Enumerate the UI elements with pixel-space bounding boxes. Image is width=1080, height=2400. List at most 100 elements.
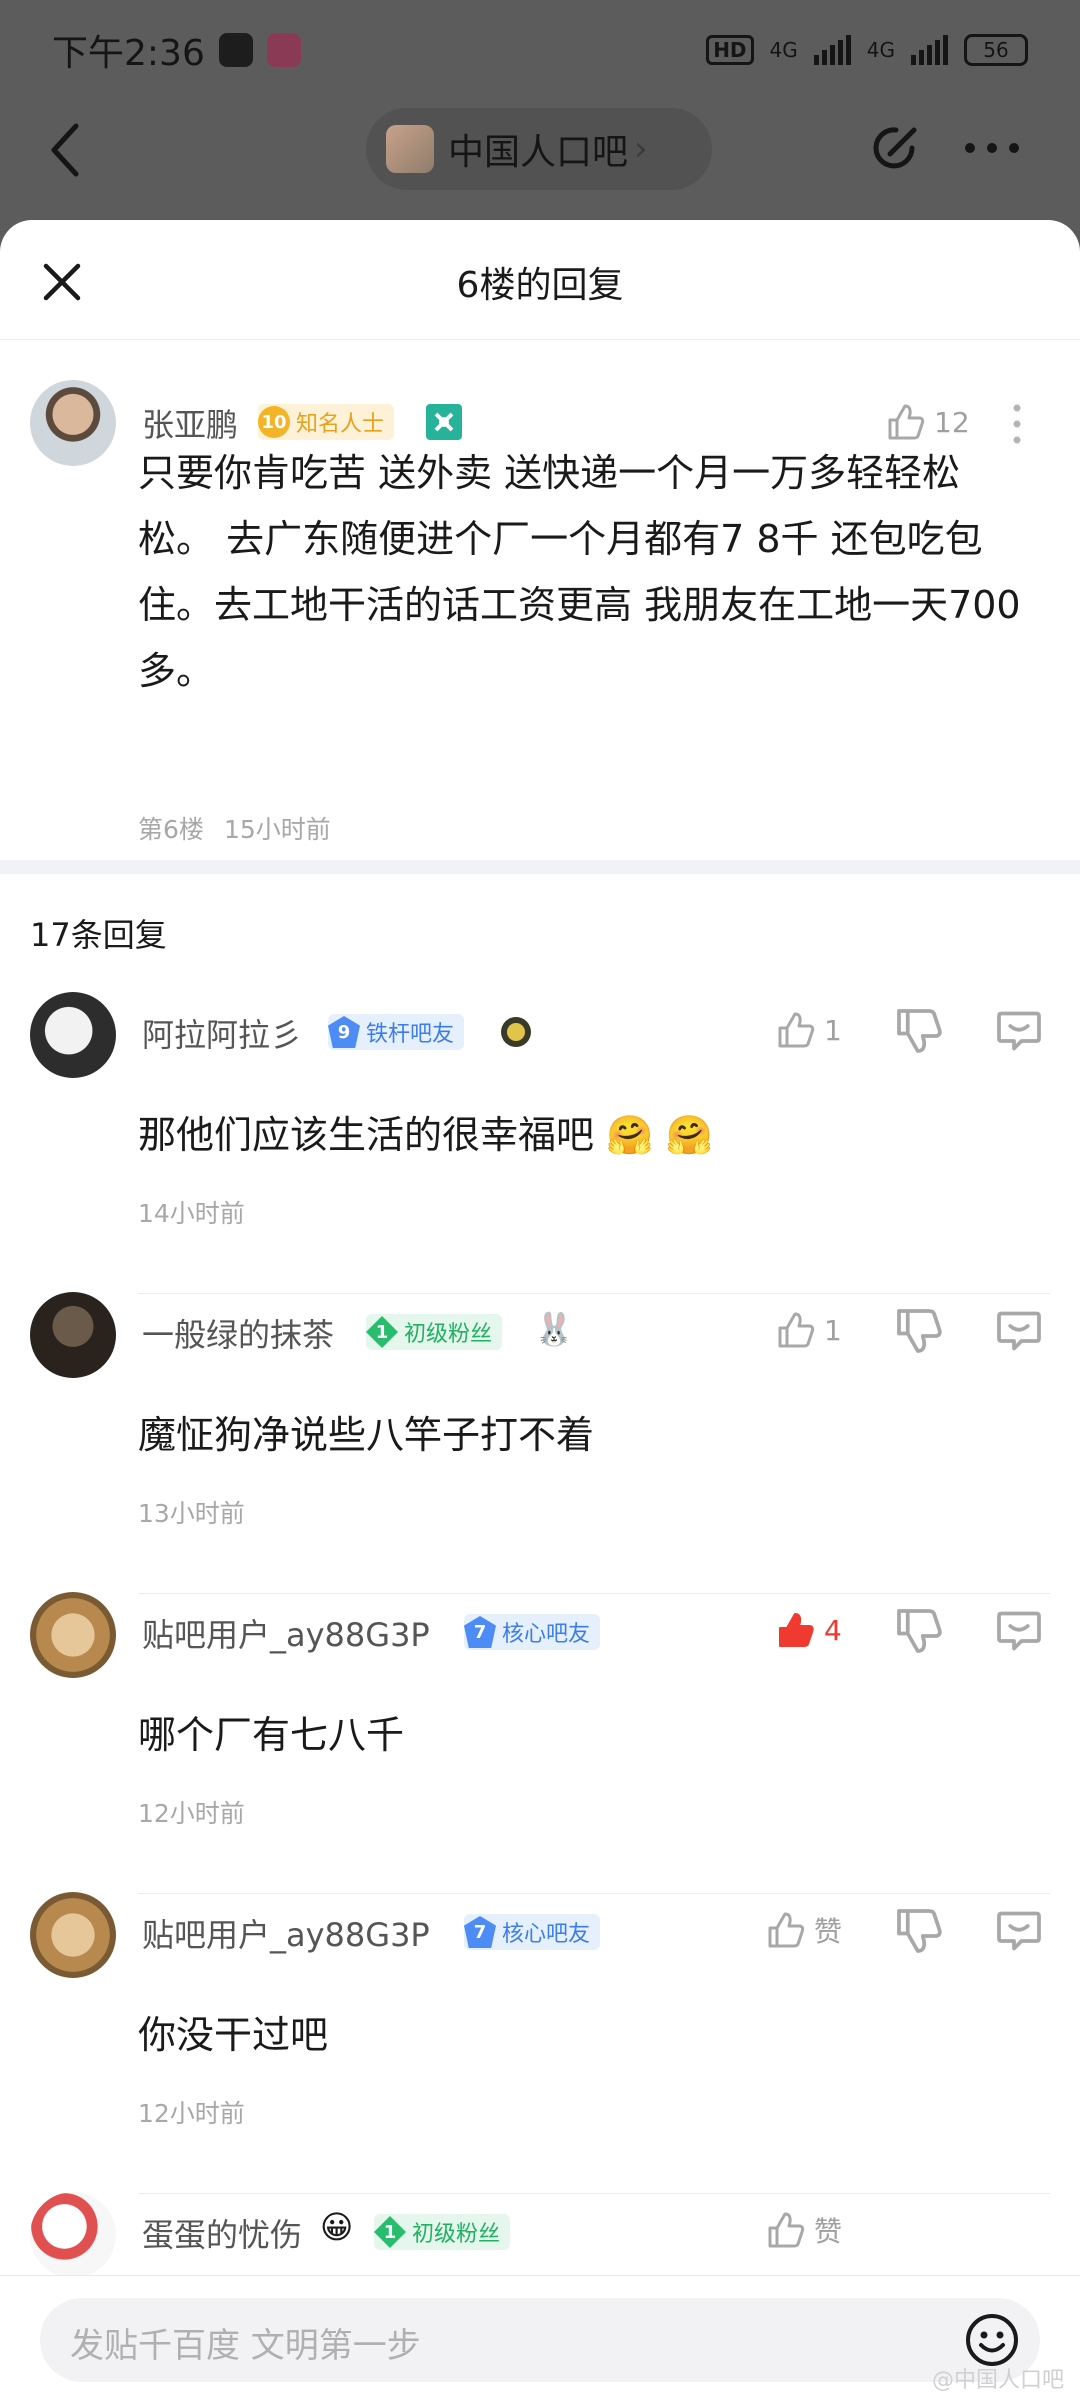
- thumb-up-icon: [888, 404, 925, 440]
- post-time: 15小时前: [224, 815, 331, 844]
- compose-input[interactable]: 发贴千百度 文明第一步: [40, 2298, 1040, 2382]
- reply-item: 阿拉阿拉彡 9 铁杆吧友 1 那他们应该生活的很幸福吧 🤗 🤗 14小时前: [0, 992, 1080, 1294]
- forum-avatar: [386, 125, 434, 173]
- like-button[interactable]: 4: [776, 1610, 842, 1650]
- reply-time: 14小时前: [138, 1199, 245, 1228]
- reply-text: 魔怔狗净说些八竿子打不着: [138, 1413, 595, 1457]
- thumb-down-icon[interactable]: [894, 1906, 944, 1956]
- like-count: 1: [824, 1313, 842, 1347]
- like-count: 4: [824, 1613, 842, 1647]
- replies-count: 17条回复: [30, 916, 167, 954]
- forum-pill[interactable]: 中国人口吧 ›: [366, 108, 712, 190]
- avatar[interactable]: [30, 992, 116, 1078]
- post-content: 只要你肯吃苦 送外卖 送快递一个月一万多轻轻松松。 去广东随便进个厂一个月都有7…: [138, 451, 1021, 693]
- reply-item: 一般绿的抹茶 1 初级粉丝 🐰 1 魔怔狗净说些八竿子打不着 13小时前: [0, 1292, 1080, 1594]
- avatar[interactable]: [30, 1592, 116, 1678]
- badge-level: 1: [366, 1316, 398, 1348]
- comment-icon[interactable]: [994, 1606, 1044, 1656]
- forum-name: 中国人口吧: [448, 132, 629, 173]
- username[interactable]: 一般绿的抹茶: [142, 1310, 334, 1356]
- badge-label: 知名人士: [296, 412, 385, 437]
- username[interactable]: 阿拉阿拉彡: [142, 1010, 302, 1056]
- battery-icon: 56: [964, 34, 1028, 66]
- emoji-icon[interactable]: [964, 2312, 1020, 2368]
- level-badge: 10 知名人士: [258, 404, 395, 440]
- network-label-1: 4G: [769, 38, 798, 62]
- thumb-up-filled-icon: [779, 1613, 814, 1647]
- avatar[interactable]: [30, 380, 116, 466]
- reply-text: 你没干过吧: [138, 2013, 329, 2057]
- reply-time: 12小时前: [138, 1799, 245, 1828]
- badge-level: 7: [464, 1916, 496, 1948]
- hd-icon: HD: [706, 35, 754, 65]
- badge-level: 9: [328, 1016, 360, 1048]
- like-label: 赞: [814, 1915, 843, 1948]
- like-button[interactable]: 12: [886, 402, 970, 442]
- reply-text: 哪个厂有七八千: [138, 1713, 405, 1757]
- badge-level: 1: [374, 2216, 406, 2248]
- level-badge: 1 初级粉丝: [374, 2214, 511, 2250]
- level-badge: 7 核心吧友: [464, 1914, 601, 1950]
- member-icon: [426, 404, 462, 440]
- rabbit-emoji-icon: 🐰: [534, 1310, 574, 1348]
- comment-icon[interactable]: [994, 1906, 1044, 1956]
- like-label: 赞: [814, 2215, 843, 2248]
- like-button[interactable]: 赞: [766, 2210, 842, 2250]
- like-button[interactable]: 1: [776, 1310, 842, 1350]
- badge-label: 初级粉丝: [412, 2222, 501, 2247]
- reply-sheet: 6楼的回复 张亚鹏 10 知名人士 12 只要你肯吃苦 送外卖 送快递一个月一万…: [0, 220, 1080, 2400]
- level-badge: 9 铁杆吧友: [328, 1014, 465, 1050]
- username[interactable]: 蛋蛋的忧伤: [142, 2210, 302, 2256]
- edit-icon[interactable]: [868, 120, 924, 176]
- comment-icon[interactable]: [994, 1006, 1044, 1056]
- level-badge: 1 初级粉丝: [366, 1314, 503, 1350]
- nav-bar: 中国人口吧 ›: [0, 100, 1080, 220]
- thumb-down-icon[interactable]: [894, 1006, 944, 1056]
- thumb-down-icon[interactable]: [894, 1606, 944, 1656]
- main-post: 张亚鹏 10 知名人士 12 只要你肯吃苦 送外卖 送快递一个月一万多轻轻松松。…: [0, 340, 1080, 860]
- avatar[interactable]: [30, 1892, 116, 1978]
- bottom-bar: 发贴千百度 文明第一步 @中国人口吧: [0, 2275, 1080, 2400]
- smile-emoji-icon: 😀: [320, 2208, 354, 2246]
- like-count: 1: [824, 1013, 842, 1047]
- thumb-up-icon: [778, 1012, 815, 1048]
- avatar[interactable]: [30, 2192, 116, 2278]
- level-badge: 7 核心吧友: [464, 1614, 601, 1650]
- like-button[interactable]: 赞: [766, 1910, 842, 1950]
- post-floor: 第6楼: [138, 815, 204, 844]
- watermark: @中国人口吧: [931, 2368, 1064, 2393]
- thumb-down-icon[interactable]: [894, 1306, 944, 1356]
- comment-icon[interactable]: [994, 1306, 1044, 1356]
- like-count: 12: [934, 405, 970, 439]
- section-divider: [0, 860, 1080, 874]
- signal-icon-2: [911, 35, 948, 65]
- hug-emoji-icon: 🤗 🤗: [606, 1113, 713, 1157]
- badge-label: 核心吧友: [502, 1622, 591, 1647]
- status-bar: 下午2:36 HD 4G 4G 56: [0, 0, 1080, 100]
- reply-time: 12小时前: [138, 2099, 245, 2128]
- back-icon[interactable]: [44, 120, 88, 180]
- badge-label: 铁杆吧友: [366, 1022, 455, 1047]
- like-button[interactable]: 1: [776, 1010, 842, 1050]
- signal-icon: [813, 35, 851, 65]
- badge-level: 10: [258, 406, 290, 438]
- sheet-title: 6楼的回复: [456, 265, 624, 306]
- username[interactable]: 贴吧用户_ay88G3P: [142, 1910, 430, 1956]
- status-right: HD 4G 4G 56: [706, 34, 1028, 66]
- chevron-right-icon: ›: [634, 129, 648, 169]
- medal-icon: [501, 1017, 531, 1047]
- reply-text-content: 那他们应该生活的很幸福吧: [138, 1113, 595, 1157]
- bilibili-app-icon: [266, 33, 301, 67]
- thumb-up-icon: [778, 1312, 815, 1348]
- avatar[interactable]: [30, 1292, 116, 1378]
- more-icon[interactable]: [962, 124, 1022, 172]
- reply-item: 贴吧用户_ay88G3P 7 核心吧友 4 哪个厂有七八千 12小时前: [0, 1592, 1080, 1894]
- compose-placeholder: 发贴千百度 文明第一步: [70, 2326, 421, 2366]
- thumb-up-icon: [768, 1912, 805, 1948]
- badge-level: 7: [464, 1616, 496, 1648]
- badge-label: 初级粉丝: [404, 1322, 493, 1347]
- network-label-2: 4G: [866, 38, 895, 62]
- qq-app-icon: [218, 33, 253, 67]
- username[interactable]: 贴吧用户_ay88G3P: [142, 1610, 430, 1656]
- reply-item: 贴吧用户_ay88G3P 7 核心吧友 赞 你没干过吧 12小时前: [0, 1892, 1080, 2194]
